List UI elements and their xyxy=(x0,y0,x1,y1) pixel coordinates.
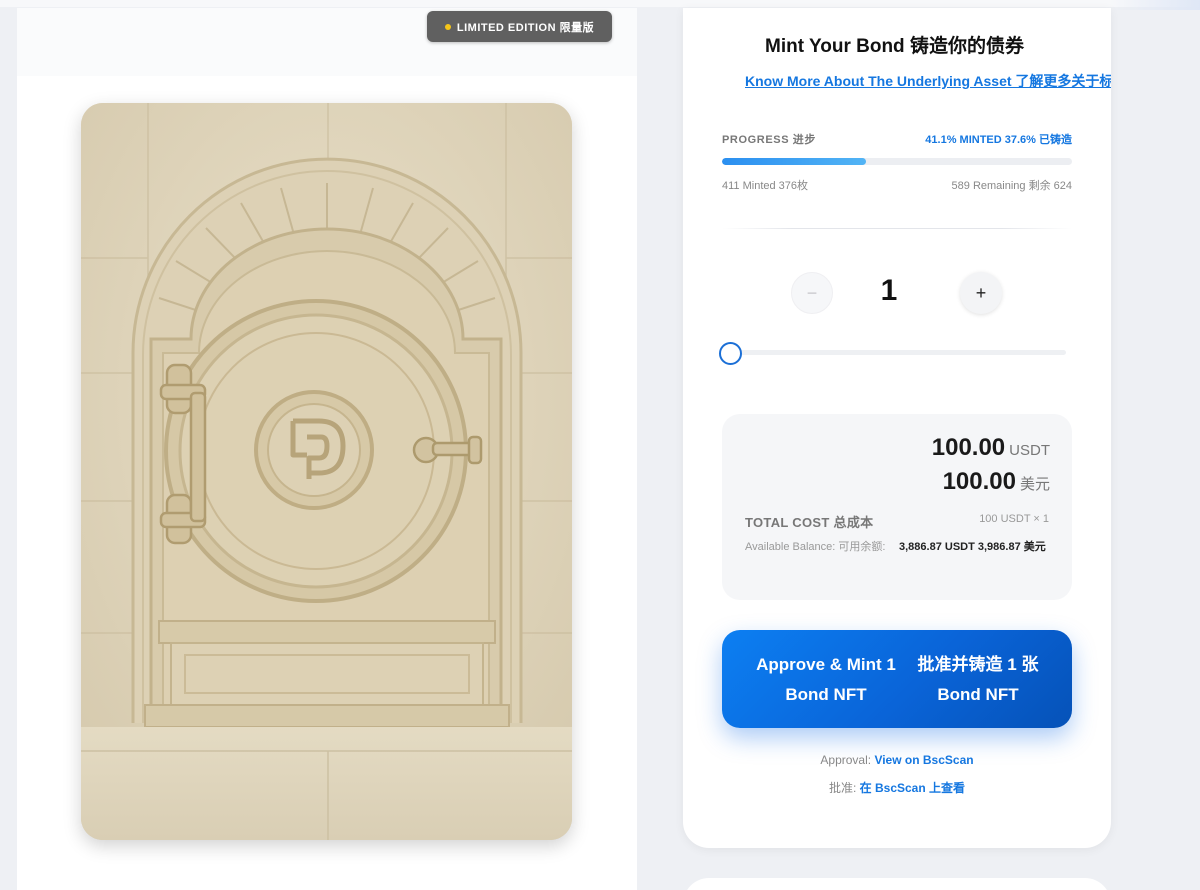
amount-cny: 100.00 xyxy=(942,468,1016,495)
vault-door-illustration xyxy=(81,103,572,840)
approve-mint-button[interactable]: Approve & Mint 1 Bond NFT 批准并铸造 1 张 Bond… xyxy=(722,630,1072,728)
approval-row-zh: 批准: 在 BscScan 上查看 xyxy=(683,779,1111,796)
available-balance-value: 3,886.87 USDT 3,986.87 美元 xyxy=(899,541,1046,553)
know-more-link[interactable]: Know More About The Underlying Asset 了解更… xyxy=(745,71,1111,91)
amount-usdt-unit: USDT xyxy=(1009,442,1050,459)
approval-row-en: Approval: View on BscScan xyxy=(683,753,1111,767)
divider xyxy=(722,228,1072,229)
available-balance-label: Available Balance: 可用余额: xyxy=(745,541,886,553)
top-bar xyxy=(0,0,1200,7)
top-bar-glow xyxy=(1110,0,1200,10)
decrease-quantity-button[interactable]: − xyxy=(791,272,833,314)
approval-prefix-zh: 批准: xyxy=(828,781,860,795)
increase-quantity-button[interactable]: + xyxy=(960,272,1002,314)
progress-label: PROGRESS 进步 xyxy=(722,134,817,146)
approve-mint-label-en: Approve & Mint 1 Bond NFT xyxy=(756,655,896,704)
progress-percent: 41.1% MINTED 37.6% 已铸造 xyxy=(925,134,1072,146)
progress-bar-fill xyxy=(722,158,866,165)
amount-cny-row: 100.00 美元 xyxy=(943,468,1050,496)
view-on-bscscan-link[interactable]: View on BscScan xyxy=(874,753,973,767)
limited-edition-badge: LIMITED EDITION 限量版 xyxy=(427,11,612,42)
amount-usdt: 100.00 xyxy=(931,434,1006,461)
badge-label: LIMITED EDITION 限量版 xyxy=(456,21,595,34)
minted-count: 411 Minted 376枚 xyxy=(722,180,809,192)
progress-bar xyxy=(722,158,1072,165)
approve-mint-label-zh: 批准并铸造 1 张 Bond NFT xyxy=(917,655,1039,704)
view-on-bscscan-link-zh[interactable]: 在 BscScan 上查看 xyxy=(860,781,965,795)
next-card xyxy=(683,878,1111,890)
badge-dot-icon xyxy=(444,23,451,30)
vault-image xyxy=(81,103,572,840)
amount-usdt-row: 100.00 USDT xyxy=(932,434,1050,462)
total-cost-label: TOTAL COST 总成本 xyxy=(745,515,874,530)
amount-cny-unit: 美元 xyxy=(1019,476,1050,493)
approval-prefix-en: Approval: xyxy=(820,753,875,767)
quantity-value: 1 xyxy=(880,274,898,307)
total-cost-multiplier: 100 USDT × 1 xyxy=(979,513,1049,525)
mint-title: Mint Your Bond 铸造你的债券 xyxy=(765,36,1024,57)
quantity-slider-thumb[interactable] xyxy=(719,342,742,365)
quantity-slider-track[interactable] xyxy=(730,350,1066,355)
remaining-count: 589 Remaining 剩余 624 xyxy=(951,180,1072,192)
